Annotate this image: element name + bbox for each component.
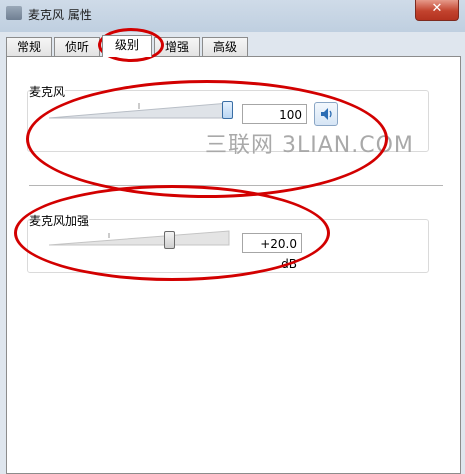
microphone-label: 麦克风 [29,83,66,100]
tab-general[interactable]: 常规 [6,37,52,56]
tab-advanced[interactable]: 高级 [202,37,248,56]
annotation-ellipse-boost [14,185,330,281]
close-button[interactable]: ✕ [415,0,459,21]
annotation-ellipse-microphone [26,80,388,198]
window-title: 麦克风 属性 [28,8,92,22]
app-icon [6,6,22,20]
tab-listen[interactable]: 侦听 [54,37,100,56]
title-bar: 麦克风 属性 ✕ [0,0,465,32]
tab-levels[interactable]: 级别 [102,35,152,57]
